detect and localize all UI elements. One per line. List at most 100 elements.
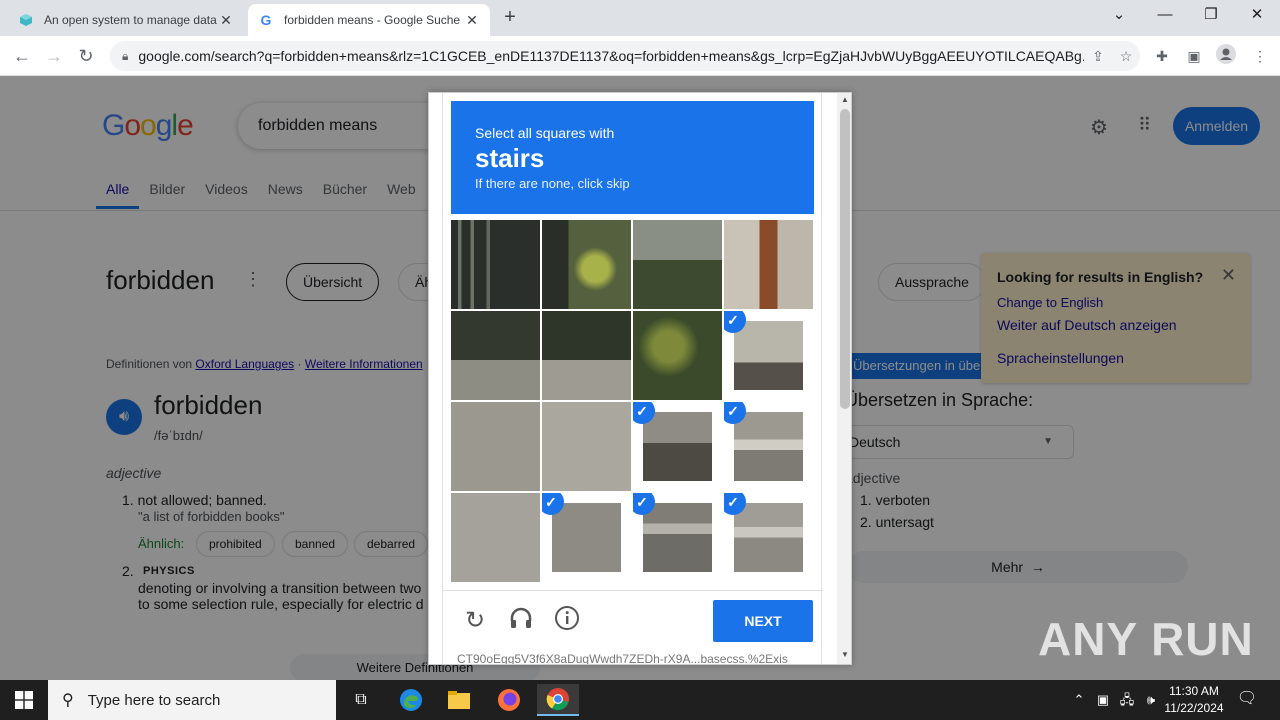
image-grid: ✓ ✓ ✓ ✓ ✓ ✓	[451, 220, 815, 584]
notice-title: Looking for results in English?	[997, 269, 1204, 285]
tile-image	[734, 503, 803, 572]
minimize-button[interactable]: —	[1142, 4, 1188, 28]
captcha-tile[interactable]	[451, 311, 540, 400]
captcha-tile[interactable]	[542, 311, 631, 400]
tab-title: forbidden means - Google Suche	[284, 13, 461, 27]
challenge-token: CT90oEgg5V3f6X8aDugWwdh7ZEDh-rX9A...base…	[457, 652, 788, 665]
tab-title: An open system to manage data	[44, 13, 217, 27]
tile-image	[643, 412, 712, 481]
recaptcha-frame: Select all squares with stairs If there …	[442, 93, 823, 665]
tab-search-chevron-icon[interactable]: ⌄	[1096, 4, 1142, 28]
captcha-tile[interactable]	[451, 402, 540, 491]
extensions-puzzle-icon[interactable]: ✚	[1150, 44, 1174, 68]
change-to-english-link[interactable]: Change to English	[997, 295, 1103, 310]
address-toolbar: ← → ↻ 🔒︎ google.com/search?q=forbidden+m…	[0, 36, 1280, 76]
next-button[interactable]: NEXT	[713, 600, 813, 642]
captcha-tile[interactable]	[724, 220, 813, 309]
captcha-tile[interactable]: ✓	[724, 493, 813, 582]
tile-image	[633, 220, 722, 309]
reload-challenge-icon[interactable]: ↻	[459, 605, 491, 637]
continue-german-link[interactable]: Weiter auf Deutsch anzeigen	[997, 317, 1177, 333]
captcha-tile[interactable]	[451, 220, 540, 309]
close-icon[interactable]: ✕	[1221, 265, 1236, 286]
forward-arrow-icon[interactable]: →	[42, 44, 66, 68]
captcha-tile[interactable]: ✓	[542, 493, 631, 582]
captcha-tile[interactable]: ✓	[633, 493, 722, 582]
side-panel-icon[interactable]: ▣	[1182, 44, 1206, 68]
language-notice: Looking for results in English? ✕ Change…	[981, 253, 1250, 383]
tile-image	[724, 220, 813, 309]
recaptcha-dialog: Select all squares with stairs If there …	[428, 92, 852, 665]
close-tab-icon[interactable]: ✕	[218, 12, 234, 29]
browser-tab-inactive[interactable]: An open system to manage data ✕	[8, 4, 244, 36]
target-object: stairs	[475, 143, 545, 173]
tile-image	[542, 402, 631, 491]
captcha-tile[interactable]: ✓	[633, 402, 722, 491]
tile-image	[734, 321, 803, 390]
new-tab-button[interactable]: +	[498, 6, 522, 30]
captcha-tile[interactable]: ✓	[724, 311, 813, 400]
tile-image	[643, 503, 712, 572]
clock-time: 11:30 AM	[1169, 684, 1219, 698]
tile-image	[451, 493, 540, 582]
system-clock[interactable]: 11:30 AM 11/22/2024	[1158, 683, 1230, 717]
address-bar[interactable]: 🔒︎ google.com/search?q=forbidden+means&r…	[110, 41, 1140, 71]
scroll-up-icon[interactable]: ▲	[837, 95, 851, 109]
challenge-header: Select all squares with stairs If there …	[451, 101, 814, 214]
browser-tab-strip: An open system to manage data ✕ G forbid…	[0, 0, 1280, 36]
browser-tab-active[interactable]: G forbidden means - Google Suche ✕	[248, 4, 490, 36]
edge-icon[interactable]	[390, 684, 432, 716]
scroll-thumb[interactable]	[840, 109, 850, 409]
cube-icon	[18, 12, 34, 28]
restore-button[interactable]: ❐	[1188, 4, 1234, 28]
google-g-icon: G	[260, 12, 272, 28]
captcha-tile[interactable]	[633, 220, 722, 309]
lock-icon: 🔒︎	[122, 48, 129, 63]
tile-image	[542, 220, 631, 309]
audio-challenge-icon[interactable]	[505, 605, 537, 637]
watermark-text: ANY RUN	[1038, 613, 1254, 665]
close-window-button[interactable]: ✕	[1234, 4, 1280, 28]
captcha-tile[interactable]	[542, 402, 631, 491]
anyrun-watermark: ANY RUN	[1038, 612, 1254, 666]
instruction-text: Select all squares with	[475, 125, 615, 141]
tile-image	[552, 503, 621, 572]
search-icon: ⚲	[62, 692, 74, 709]
profile-avatar-icon[interactable]	[1214, 44, 1238, 68]
scroll-down-icon[interactable]: ▼	[837, 650, 851, 664]
tile-image	[451, 220, 540, 309]
task-view-icon[interactable]: ⧉	[340, 684, 382, 716]
url-text: google.com/search?q=forbidden+means&rlz=…	[138, 48, 1084, 64]
reload-icon[interactable]: ↻	[74, 44, 98, 68]
dialog-scrollbar[interactable]: ▲ ▼	[837, 93, 851, 664]
tile-image	[451, 402, 540, 491]
tile-image	[451, 311, 540, 400]
taskbar-search-box[interactable]: ⚲ Type here to search	[48, 680, 336, 720]
tray-device-icon[interactable]: ▣	[1092, 680, 1114, 720]
info-icon[interactable]	[551, 605, 583, 637]
language-settings-link[interactable]: Spracheinstellungen	[997, 350, 1124, 366]
close-tab-icon[interactable]: ✕	[464, 12, 480, 29]
windows-start-icon[interactable]	[0, 680, 48, 720]
notifications-icon[interactable]: 🗨︎	[1236, 688, 1258, 710]
network-icon[interactable]: 🖧︎	[1116, 680, 1138, 720]
skip-hint: If there are none, click skip	[475, 176, 630, 191]
chrome-icon[interactable]	[537, 684, 579, 716]
firefox-icon[interactable]	[488, 684, 530, 716]
captcha-tile[interactable]	[542, 220, 631, 309]
divider	[443, 590, 823, 591]
back-arrow-icon[interactable]: ←	[10, 44, 34, 68]
file-explorer-icon[interactable]	[438, 684, 480, 716]
tile-image	[734, 412, 803, 481]
clock-date: 11/22/2024	[1164, 701, 1224, 715]
search-placeholder: Type here to search	[87, 691, 221, 709]
tray-chevron-up-icon[interactable]: ⌃	[1068, 680, 1090, 720]
tile-image	[542, 311, 631, 400]
captcha-tile[interactable]: ✓	[724, 402, 813, 491]
kebab-menu-icon[interactable]: ⋮	[1248, 44, 1272, 68]
bookmark-star-icon[interactable]: ☆	[1112, 48, 1140, 65]
captcha-tile[interactable]	[633, 311, 722, 400]
captcha-tile[interactable]	[451, 493, 540, 582]
windows-taskbar: ⚲ Type here to search ⧉ ⌃ ▣ 🖧︎ 🕪︎ 11:30 …	[0, 680, 1280, 720]
share-icon[interactable]: ⇪	[1084, 48, 1112, 65]
